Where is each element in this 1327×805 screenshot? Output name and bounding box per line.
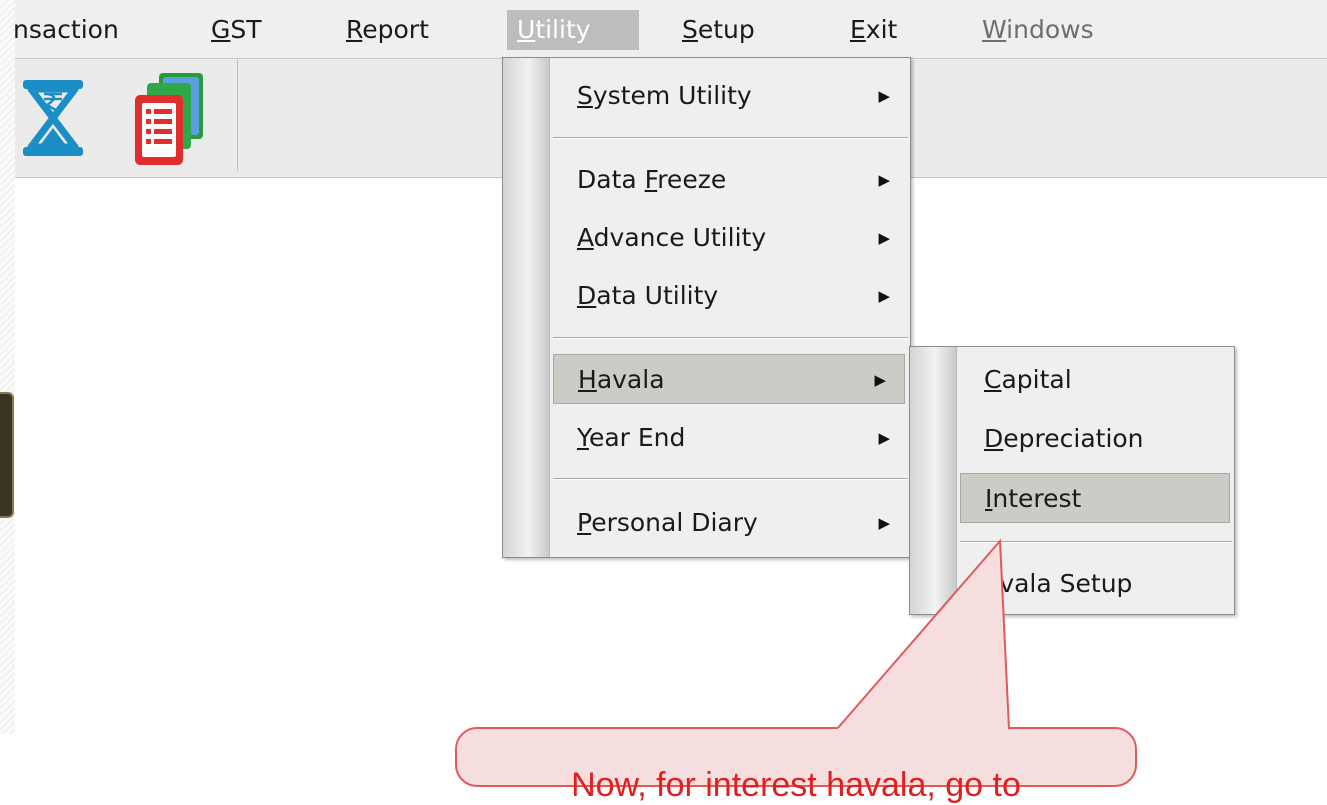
menu-windows[interactable]: Windows	[972, 10, 1104, 50]
submenu-arrow-icon: ▶	[878, 514, 890, 532]
submenu-arrow-icon: ▶	[878, 171, 890, 189]
menu-item-year-end[interactable]: Year End ▶	[553, 413, 908, 463]
submenu-arrow-icon: ▶	[878, 429, 890, 447]
menu-item-data-freeze[interactable]: Data Freeze ▶	[553, 155, 908, 205]
side-tab[interactable]	[0, 392, 14, 518]
submenu-arrow-icon: ▶	[878, 287, 890, 305]
submenu-arrow-icon: ▶	[874, 371, 886, 389]
menu-item-capital[interactable]: Capital	[960, 355, 1232, 405]
desktop-edge	[0, 0, 15, 734]
instruction-callout: Now, for interest havala, go to	[455, 727, 1137, 804]
menu-item-interest[interactable]: Interest	[960, 473, 1230, 523]
utility-menu: System Utility ▶ Data Freeze ▶ Advance U…	[502, 57, 911, 558]
menu-item-depreciation[interactable]: Depreciation	[960, 414, 1232, 464]
menu-item-havala[interactable]: Havala ▶	[553, 354, 905, 404]
documents-stack-icon[interactable]	[133, 71, 213, 169]
menu-bar: nsaction GST Report Utility Setup Exit W…	[13, 0, 1327, 59]
submenu-arrow-icon: ▶	[878, 87, 890, 105]
havala-submenu: Capital Depreciation Interest avala Setu…	[909, 346, 1235, 615]
menu-utility[interactable]: Utility	[507, 10, 639, 50]
menu-setup[interactable]: Setup	[672, 10, 765, 50]
menu-separator	[960, 541, 1232, 543]
menu-separator	[553, 478, 908, 480]
menu-item-data-utility[interactable]: Data Utility ▶	[553, 271, 908, 321]
menu-transaction[interactable]: nsaction	[3, 10, 129, 50]
menu-gutter	[910, 347, 957, 614]
toolbar-separator	[237, 59, 238, 171]
menu-separator	[553, 337, 908, 339]
menu-item-personal-diary[interactable]: Personal Diary ▶	[553, 498, 908, 548]
menu-gst[interactable]: GST	[201, 10, 272, 50]
menu-item-advance-utility[interactable]: Advance Utility ▶	[553, 213, 908, 263]
submenu-arrow-icon: ▶	[878, 229, 890, 247]
menu-separator	[553, 137, 908, 139]
menu-item-havala-setup[interactable]: avala Setup	[960, 559, 1232, 609]
menu-report[interactable]: Report	[336, 10, 439, 50]
menu-exit[interactable]: Exit	[840, 10, 907, 50]
callout-text: Now, for interest havala, go to	[571, 766, 1021, 804]
app-window: nsaction GST Report Utility Setup Exit W…	[13, 0, 1327, 804]
menu-item-system-utility[interactable]: System Utility ▶	[553, 71, 908, 121]
hourglass-rupee-icon[interactable]	[17, 78, 89, 158]
menu-gutter	[503, 58, 550, 557]
